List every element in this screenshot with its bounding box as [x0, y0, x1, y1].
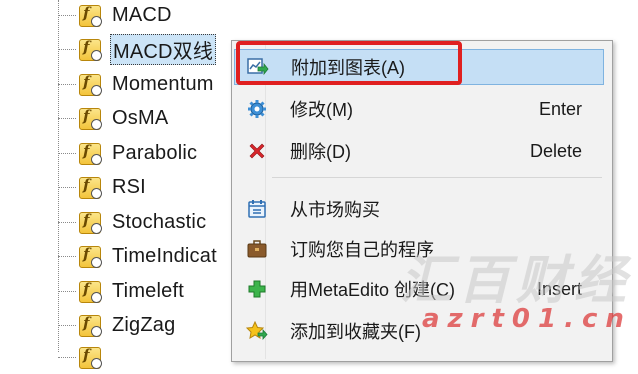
tree-item-osma[interactable]: f OsMA — [58, 101, 248, 135]
navigator-tree: f MACD f MACD双线 f Momentum f OsMA f Para… — [0, 0, 240, 369]
menu-item-label: 从市场购买 — [290, 200, 380, 220]
menu-item-shortcut: Insert — [536, 278, 582, 299]
tree-item-label: RSI — [112, 175, 146, 198]
tree-branch — [58, 117, 76, 119]
indicator-icon: f — [78, 313, 102, 337]
tree-item-momentum[interactable]: f Momentum — [58, 67, 248, 101]
menu-item-label: 用MetaEdito 创建(C) — [290, 280, 456, 300]
gear-icon — [244, 96, 270, 122]
tree-branch — [58, 221, 76, 223]
tree-branch — [58, 356, 76, 358]
tree-branch — [58, 152, 76, 154]
tree-item-stochastic[interactable]: f Stochastic — [58, 205, 248, 239]
menu-item-add-to-favorites[interactable]: 添加到收藏夹(F) — [234, 313, 604, 349]
tree-item-timeleft[interactable]: f Timeleft — [58, 274, 248, 308]
menu-item-delete[interactable]: 删除(D) Delete — [234, 133, 604, 169]
indicator-icon: f — [78, 175, 102, 199]
tree-branch — [58, 83, 76, 85]
menu-item-label: 订购您自己的程序 — [290, 240, 434, 260]
menu-item-modify[interactable]: 修改(M) Enter — [234, 91, 604, 127]
tree-item-macd-dual[interactable]: f MACD双线 — [58, 32, 248, 66]
tree-branch — [58, 290, 76, 292]
tree-item-label: Parabolic — [112, 141, 198, 164]
indicator-icon: f — [78, 279, 102, 303]
briefcase-icon — [244, 236, 270, 262]
indicator-icon: f — [78, 345, 102, 369]
tree-item-label: TimeIndicat — [112, 244, 217, 267]
market-icon — [244, 196, 270, 222]
indicator-icon: f — [78, 72, 102, 96]
menu-separator — [272, 177, 602, 178]
indicator-icon: f — [78, 244, 102, 268]
tree-branch — [58, 48, 76, 50]
tree-item-parabolic[interactable]: f Parabolic — [58, 136, 248, 170]
annotation-highlight-box — [236, 41, 462, 85]
tree-branch — [58, 186, 76, 188]
tree-branch — [58, 324, 76, 326]
menu-item-shortcut: Enter — [538, 98, 582, 119]
tree-item-label: Stochastic — [112, 210, 207, 233]
menu-item-order-own-program[interactable]: 订购您自己的程序 — [234, 231, 604, 267]
indicator-icon: f — [78, 106, 102, 130]
menu-item-label: 添加到收藏夹(F) — [290, 322, 421, 342]
delete-x-icon — [244, 138, 270, 164]
indicator-icon: f — [78, 210, 102, 234]
star-icon — [244, 318, 270, 344]
indicator-icon: f — [78, 37, 102, 61]
tree-branch — [58, 14, 76, 16]
tree-branch — [58, 255, 76, 257]
menu-item-label: 修改(M) — [290, 100, 353, 120]
menu-item-buy-from-market[interactable]: 从市场购买 — [234, 191, 604, 227]
tree-item-label: MACD — [112, 3, 172, 26]
tree-item-label: Momentum — [112, 72, 214, 95]
context-menu: 附加到图表(A) 修改(M) Enter 删除(D) Delete 从市场购买 … — [231, 40, 613, 362]
tree-item-label: MACD双线 — [110, 33, 217, 65]
tree-item-partial[interactable]: f — [58, 340, 248, 374]
tree-item-macd[interactable]: f MACD — [58, 0, 248, 32]
indicator-icon: f — [78, 3, 102, 27]
menu-item-create-in-metaeditor[interactable]: 用MetaEdito 创建(C) Insert — [234, 271, 604, 307]
tree-item-zigzag[interactable]: f ZigZag — [58, 308, 248, 342]
tree-item-label: ZigZag — [112, 313, 176, 336]
tree-item-label: Timeleft — [112, 279, 184, 302]
tree-item-label: OsMA — [112, 106, 169, 129]
tree-item-rsi[interactable]: f RSI — [58, 170, 248, 204]
tree-item-timeindicat[interactable]: f TimeIndicat — [58, 239, 248, 273]
indicator-icon: f — [78, 141, 102, 165]
menu-item-shortcut: Delete — [529, 140, 582, 161]
plus-icon — [244, 276, 270, 302]
menu-item-label: 删除(D) — [290, 142, 351, 162]
